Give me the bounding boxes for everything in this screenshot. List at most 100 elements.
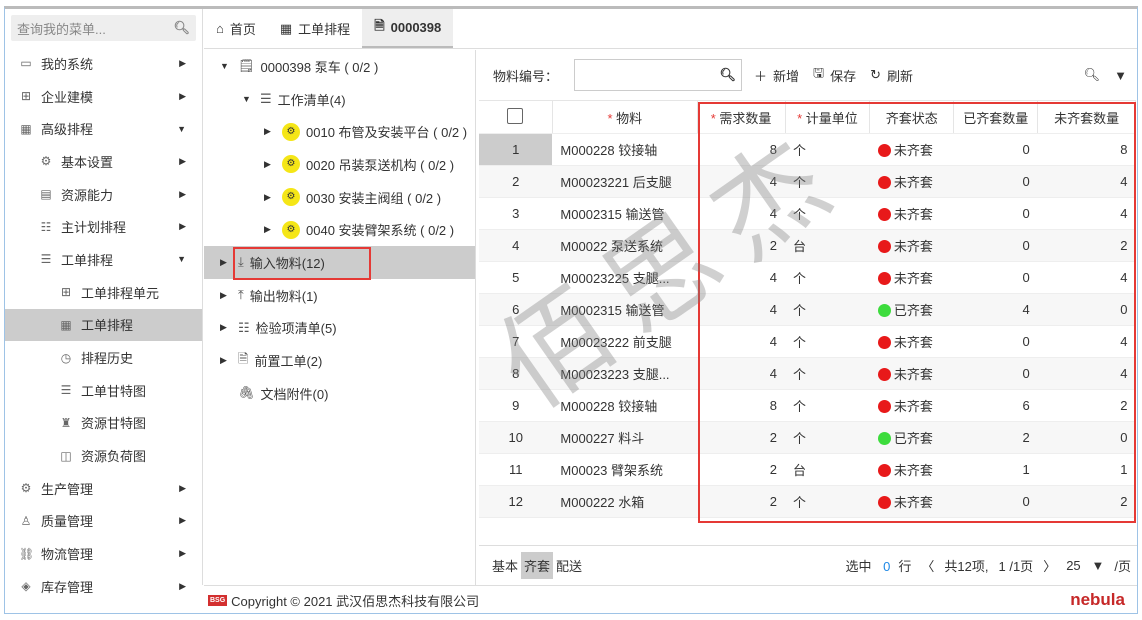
sidebar-item[interactable]: ♜ 资源甘特图 — [5, 407, 202, 440]
tree-node[interactable]: 🖇 文档附件(0) — [204, 377, 475, 410]
material-cell[interactable]: M000228 铰接轴 — [552, 133, 698, 166]
save-icon[interactable]: 🖫 — [813, 64, 824, 86]
row-index[interactable]: 8 — [479, 357, 553, 390]
caret-right-icon[interactable]: ▶ — [264, 159, 276, 170]
material-cell[interactable]: M000227 料斗 — [552, 421, 698, 454]
sidebar-item[interactable]: ▦ 工单排程 — [5, 308, 202, 342]
row-index[interactable]: 3 — [479, 197, 553, 230]
chevron-right-icon[interactable]: ▶ — [179, 515, 186, 526]
material-cell[interactable]: M00023225 支腿... — [552, 261, 698, 294]
sidebar-item[interactable]: ⚙ 基本设置 ▶ — [5, 145, 202, 178]
row-index[interactable]: 10 — [479, 421, 553, 454]
material-cell[interactable]: M00022 泵送系统 — [552, 229, 698, 262]
material-cell[interactable]: M00023223 支腿... — [552, 357, 698, 390]
subtab[interactable]: 基本 — [489, 552, 521, 579]
app-window: 查询我的菜单... 🔍︎ ▭ 我的系统 ▶ ⊞ 企业建模 ▶ ▦ 高级排程 ▼ ⚙ 基本设置 ▶ ▤ 资源… — [4, 6, 1138, 614]
material-cell[interactable]: M00023221 后支腿 — [552, 165, 698, 198]
refresh-button[interactable]: 刷新 — [887, 66, 913, 85]
caret-down-icon[interactable]: ▼ — [220, 61, 232, 71]
search-icon[interactable]: 🔍︎ — [1084, 67, 1101, 83]
tree-node[interactable]: ▶ 🗎 前置工单(2) — [204, 344, 475, 377]
tree-node[interactable]: ▶ ⚙ 0030 安装主阀组 ( 0/2 ) — [204, 181, 475, 214]
sidebar-item[interactable]: ⊞ 企业建模 ▶ — [5, 80, 202, 113]
tab[interactable]: 🗎 0000398 — [362, 9, 454, 48]
column-header[interactable]: * 物料 — [552, 100, 698, 134]
search-icon[interactable]: 🔍︎ — [173, 20, 190, 36]
row-index[interactable]: 4 — [479, 229, 553, 262]
row-index[interactable]: 2 — [479, 165, 553, 198]
row-index[interactable]: 6 — [479, 293, 553, 326]
material-cell[interactable]: M000228 铰接轴 — [552, 389, 698, 422]
sidebar-item[interactable]: ▦ 高级排程 ▼ — [5, 112, 202, 145]
chevron-down-icon[interactable]: ▼ — [177, 124, 186, 134]
caret-right-icon[interactable]: ▶ — [264, 224, 276, 235]
chevron-right-icon[interactable]: ▶ — [179, 91, 186, 102]
chevron-down-icon[interactable]: ▼ — [177, 254, 186, 264]
material-cell[interactable]: M0002315 输送管 — [552, 293, 698, 326]
chevron-right-icon[interactable]: ▶ — [179, 58, 186, 69]
caret-right-icon[interactable]: ▶ — [220, 322, 232, 333]
tab-label: 工单排程 — [298, 22, 351, 37]
material-code-input[interactable]: 🔍︎ — [574, 59, 743, 91]
sidebar-item[interactable]: ▤ 资源能力 ▶ — [5, 178, 202, 211]
add-icon[interactable]: ＋ — [754, 66, 767, 85]
row-index[interactable]: 11 — [479, 453, 553, 486]
sidebar-item[interactable]: ☰ 工单甘特图 — [5, 374, 202, 407]
material-cell[interactable]: M0002315 输送管 — [552, 197, 698, 230]
material-cell[interactable]: M00023 臂架系统 — [552, 453, 698, 486]
tree-node[interactable]: ▼ 🗒 0000398 泵车 ( 0/2 ) — [204, 50, 475, 83]
row-index[interactable]: 5 — [479, 261, 553, 294]
caret-down-icon[interactable]: ▼ — [242, 94, 254, 104]
row-index[interactable]: 12 — [479, 485, 553, 518]
sidebar-item[interactable]: ⚙ 生产管理 ▶ — [5, 472, 202, 505]
chevron-right-icon[interactable]: ▶ — [179, 156, 186, 167]
sidebar-item[interactable]: ♙ 质量管理 ▶ — [5, 505, 202, 538]
tree-node[interactable]: ▶ ⤒ 输出物料(1) — [204, 279, 475, 312]
tab[interactable]: ⌂ 首页 — [204, 9, 268, 48]
filter-icon[interactable]: ▼ — [1114, 68, 1127, 83]
sidebar-item[interactable]: ☷ 主计划排程 ▶ — [5, 210, 202, 243]
tab[interactable]: ▦ 工单排程 — [268, 9, 362, 48]
sidebar-item[interactable]: ⛓ 物流管理 ▶ — [5, 537, 202, 570]
sidebar-item[interactable]: ◈ 库存管理 ▶ — [5, 570, 202, 603]
tree-node[interactable]: ▶ ☷ 检验项清单(5) — [204, 312, 475, 345]
add-button[interactable]: 新增 — [773, 66, 799, 85]
save-button[interactable]: 保存 — [830, 66, 856, 85]
chevron-right-icon[interactable]: ▶ — [179, 581, 186, 592]
chevron-right-icon[interactable]: ▶ — [179, 189, 186, 200]
caret-right-icon[interactable]: ▶ — [220, 257, 232, 268]
subtab[interactable]: 配送 — [553, 552, 585, 579]
menu-search[interactable]: 查询我的菜单... 🔍︎ — [11, 15, 196, 41]
row-index[interactable]: 7 — [479, 325, 553, 358]
sidebar-item[interactable]: ⊞ 工单排程单元 — [5, 276, 202, 309]
search-icon[interactable]: 🔍︎ — [720, 67, 737, 83]
material-cell[interactable]: M00023222 前支腿 — [552, 325, 698, 358]
caret-right-icon[interactable]: ▶ — [220, 355, 232, 366]
caret-right-icon[interactable]: ▶ — [264, 126, 276, 137]
subtab[interactable]: 齐套 — [521, 552, 554, 579]
caret-right-icon[interactable]: ▶ — [264, 192, 276, 203]
sidebar-item[interactable]: ◷ 排程历史 — [5, 341, 202, 374]
chevron-right-icon[interactable]: ▶ — [179, 221, 186, 232]
material-cell[interactable]: M000222 水箱 — [552, 485, 698, 518]
paperclip-icon: 🖇 — [238, 385, 255, 401]
row-index[interactable]: 1 — [479, 133, 553, 166]
chevron-right-icon[interactable]: ▶ — [179, 483, 186, 494]
next-page-button[interactable]: 〉 — [1043, 556, 1056, 575]
sidebar-item[interactable]: ☰ 工单排程 ▼ — [5, 243, 202, 276]
tree-node[interactable]: ▶ ⚙ 0010 布管及安装平台 ( 0/2 ) — [204, 115, 475, 148]
page-size-select[interactable]: 25 ▼ — [1066, 558, 1104, 573]
select-all-header[interactable] — [479, 100, 553, 134]
caret-right-icon[interactable]: ▶ — [220, 290, 232, 301]
chevron-right-icon[interactable]: ▶ — [179, 548, 186, 559]
tree-node[interactable]: ▶ ⚙ 0020 吊装泵送机构 ( 0/2 ) — [204, 148, 475, 181]
sidebar-item[interactable]: ◫ 资源负荷图 — [5, 439, 202, 472]
menu-search-input[interactable]: 查询我的菜单... — [17, 19, 173, 38]
refresh-icon[interactable]: ↻ — [870, 67, 881, 83]
tree-node[interactable]: ▶ ⚙ 0040 安装臂架系统 ( 0/2 ) — [204, 213, 475, 246]
sidebar-item[interactable]: ▭ 我的系统 ▶ — [5, 47, 202, 80]
select-all-checkbox[interactable] — [507, 107, 524, 124]
tree-node[interactable]: ▼ ☰ 工作清单(4) — [204, 83, 475, 116]
row-index[interactable]: 9 — [479, 389, 553, 422]
prev-page-button[interactable]: 〈 — [921, 556, 934, 575]
